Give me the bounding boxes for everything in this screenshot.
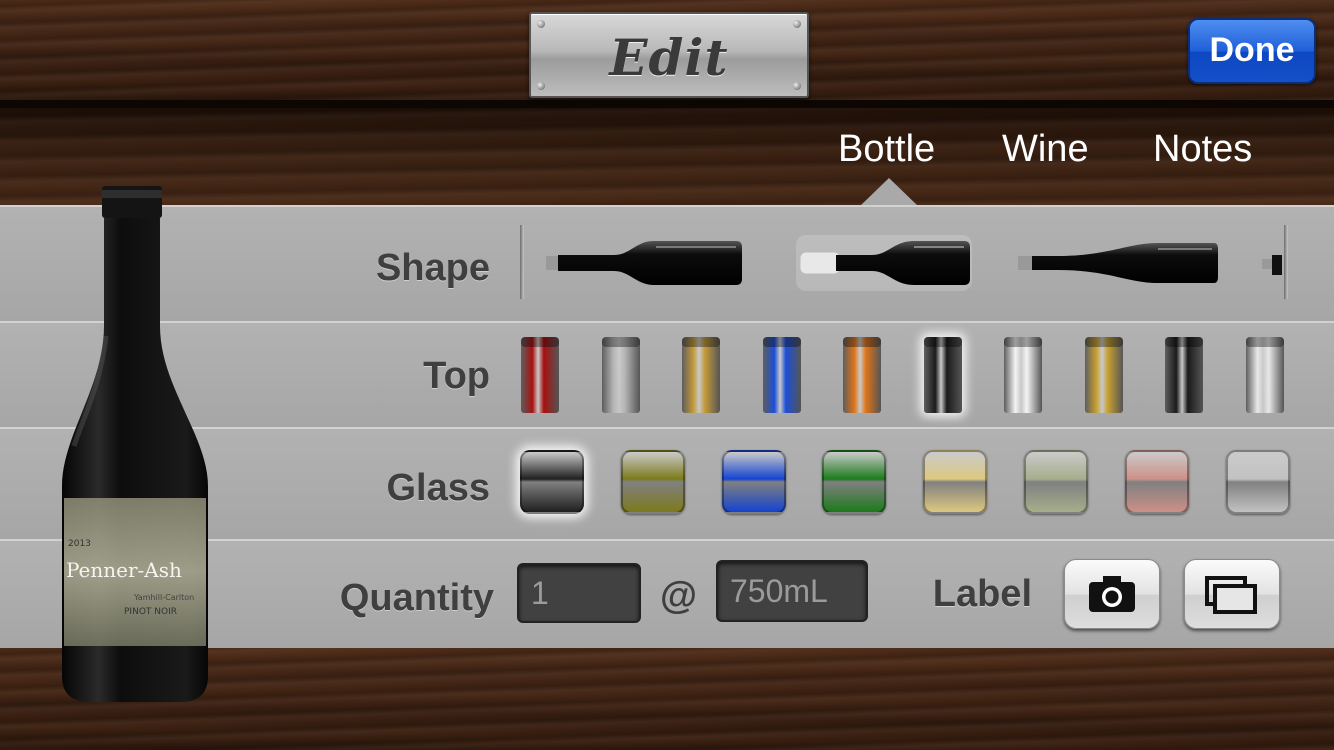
camera-icon — [1089, 576, 1135, 612]
label-region: Yamhill-Carlton — [133, 593, 194, 602]
glass-option-0[interactable] — [520, 450, 584, 514]
bottle-shape-burgundy-option[interactable] — [544, 237, 744, 289]
shape-picker[interactable] — [520, 225, 1288, 303]
shape-label: Shape — [375, 247, 490, 289]
selected-tab-pointer — [860, 178, 918, 206]
top-option-0[interactable] — [521, 337, 559, 413]
top-option-9[interactable] — [1245, 337, 1284, 413]
glass-option-1[interactable] — [620, 450, 685, 514]
bottle-shape-riesling-option[interactable] — [1018, 239, 1220, 287]
bottle-shape-partial-option[interactable] — [1262, 255, 1282, 275]
top-option-8[interactable] — [1165, 337, 1203, 413]
top-option-4[interactable] — [843, 337, 881, 413]
glass-option-2[interactable] — [721, 450, 786, 514]
label-caption: Label — [932, 573, 1032, 615]
camera-button[interactable] — [1064, 559, 1160, 629]
label-brand: Penner-Ash — [66, 558, 182, 582]
tab-notes[interactable]: Notes — [1153, 128, 1252, 171]
top-option-5[interactable] — [923, 337, 962, 413]
photo-library-button[interactable] — [1184, 559, 1280, 629]
glass-option-4[interactable] — [923, 450, 988, 514]
bottle-size-field[interactable] — [716, 560, 868, 622]
label-vintage: 2013 — [68, 539, 91, 549]
quantity-label: Quantity — [339, 577, 494, 619]
quantity-input[interactable] — [517, 563, 641, 623]
top-option-1[interactable] — [601, 337, 640, 413]
top-option-2[interactable] — [682, 337, 720, 413]
glass-option-7[interactable] — [1225, 450, 1290, 514]
glass-option-6[interactable] — [1124, 450, 1189, 514]
tab-bottle[interactable]: Bottle — [838, 128, 935, 171]
tab-wine[interactable]: Wine — [1002, 128, 1089, 171]
at-symbol: @ — [660, 575, 698, 617]
title-plate: Edit — [529, 12, 809, 98]
label-varietal: PINOT NOIR — [124, 607, 177, 617]
done-button[interactable]: Done — [1188, 18, 1316, 84]
bottle-shape-champagne-option[interactable] — [796, 235, 972, 291]
glass-option-3[interactable] — [822, 450, 887, 514]
photo-library-icon — [1205, 576, 1257, 614]
page-title: Edit — [609, 28, 729, 87]
bottle-preview: 2013 Penner-Ash Yamhill-Carlton PINOT NO… — [62, 186, 208, 702]
glass-label: Glass — [386, 467, 490, 509]
glass-option-5[interactable] — [1024, 450, 1088, 514]
top-option-6[interactable] — [1004, 337, 1042, 413]
top-label: Top — [423, 355, 490, 397]
top-option-7[interactable] — [1084, 337, 1123, 413]
top-option-3[interactable] — [762, 337, 801, 413]
